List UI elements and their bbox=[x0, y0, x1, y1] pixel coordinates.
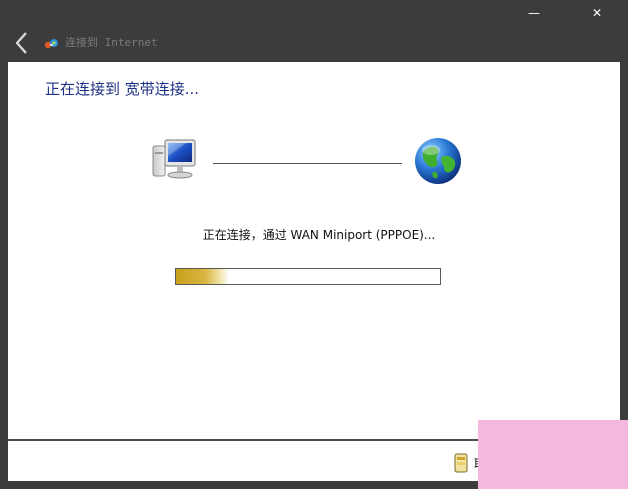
network-connection-icon bbox=[43, 36, 61, 50]
close-button[interactable]: ✕ bbox=[583, 4, 611, 22]
connection-status: 正在连接，通过 WAN Miniport (PPPOE)... bbox=[202, 228, 436, 242]
shield-icon bbox=[454, 453, 468, 473]
title-bar: — ✕ 连接到 Internet bbox=[0, 0, 628, 62]
globe-icon bbox=[413, 136, 463, 186]
minimize-button[interactable]: — bbox=[520, 4, 548, 22]
page-title: 正在连接到 宽带连接... bbox=[45, 80, 200, 98]
main-panel: 正在连接到 宽带连接... 正在连接，通过 WAN Miniport (PPPO… bbox=[8, 62, 620, 439]
connection-line bbox=[213, 163, 402, 164]
progress-bar bbox=[175, 268, 441, 285]
overlay-block bbox=[478, 420, 628, 489]
progress-fill bbox=[176, 269, 229, 284]
connection-window: — ✕ 连接到 Internet 正在连接到 宽带连接... 正在连接，通过 W… bbox=[0, 0, 628, 489]
chevron-left-icon bbox=[15, 32, 27, 54]
window-title: 连接到 Internet bbox=[65, 36, 158, 49]
back-button[interactable] bbox=[11, 30, 33, 56]
computer-icon bbox=[151, 136, 201, 182]
